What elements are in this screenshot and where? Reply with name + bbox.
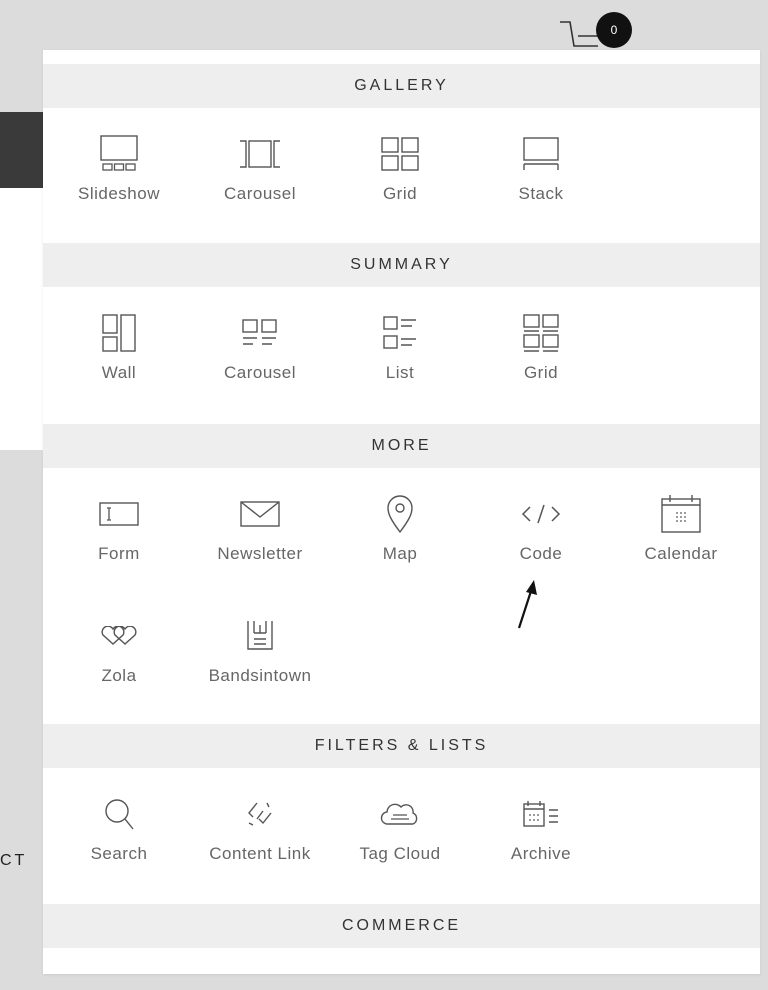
carousel-icon bbox=[238, 132, 282, 176]
block-map[interactable]: Map bbox=[330, 492, 470, 602]
stack-icon bbox=[519, 132, 563, 176]
block-zola[interactable]: Zola bbox=[49, 614, 189, 724]
zola-icon bbox=[97, 614, 141, 658]
section-header-summary: SUMMARY bbox=[43, 243, 760, 287]
annotation-arrow bbox=[513, 578, 543, 630]
block-label: Search bbox=[90, 844, 148, 863]
block-summary-grid[interactable]: Grid bbox=[471, 311, 611, 421]
calendar-icon bbox=[659, 492, 703, 536]
block-bandsintown[interactable]: Bandsintown bbox=[190, 614, 330, 724]
block-label: Calendar bbox=[644, 544, 718, 563]
block-label: Carousel bbox=[223, 363, 297, 382]
background-dark-block bbox=[0, 112, 43, 188]
search-icon bbox=[97, 792, 141, 836]
block-label: Wall bbox=[101, 363, 137, 382]
section-header-commerce: COMMERCE bbox=[43, 904, 760, 948]
block-summary-list[interactable]: List bbox=[330, 311, 470, 421]
block-label: Code bbox=[519, 544, 563, 563]
block-label: Tag Cloud bbox=[359, 844, 441, 863]
link-icon bbox=[238, 792, 282, 836]
form-icon bbox=[97, 492, 141, 536]
envelope-icon bbox=[238, 492, 282, 536]
block-search[interactable]: Search bbox=[49, 792, 189, 902]
block-label: Grid bbox=[382, 184, 418, 203]
wall-icon bbox=[97, 311, 141, 355]
block-archive[interactable]: Archive bbox=[471, 792, 611, 902]
summary-carousel-icon bbox=[238, 311, 282, 355]
section-header-gallery: GALLERY bbox=[43, 64, 760, 108]
background-truncated-text: CT bbox=[0, 852, 28, 869]
bandsintown-icon bbox=[238, 614, 282, 658]
block-label: Map bbox=[382, 544, 418, 563]
add-block-menu: GALLERY Slideshow Carousel Grid Stack SU… bbox=[43, 50, 760, 974]
cart-count-badge[interactable]: 0 bbox=[596, 12, 632, 48]
map-pin-icon bbox=[378, 492, 422, 536]
code-icon bbox=[519, 492, 563, 536]
block-label: Stack bbox=[518, 184, 564, 203]
block-label: Zola bbox=[101, 666, 137, 685]
section-header-filters-lists: FILTERS & LISTS bbox=[43, 724, 760, 768]
section-header-more: MORE bbox=[43, 424, 760, 468]
block-gallery-carousel[interactable]: Carousel bbox=[190, 132, 330, 242]
block-label: Bandsintown bbox=[208, 666, 312, 685]
block-label: Slideshow bbox=[78, 184, 160, 203]
block-summary-wall[interactable]: Wall bbox=[49, 311, 189, 421]
block-calendar[interactable]: Calendar bbox=[611, 492, 751, 602]
list-icon bbox=[378, 311, 422, 355]
block-label: List bbox=[385, 363, 415, 382]
slideshow-icon bbox=[97, 132, 141, 176]
block-stack[interactable]: Stack bbox=[471, 132, 611, 242]
block-tag-cloud[interactable]: Tag Cloud bbox=[330, 792, 470, 902]
block-form[interactable]: Form bbox=[49, 492, 189, 602]
summary-grid-icon bbox=[519, 311, 563, 355]
block-gallery-grid[interactable]: Grid bbox=[330, 132, 470, 242]
block-label: Form bbox=[98, 544, 140, 563]
archive-icon bbox=[519, 792, 563, 836]
grid-icon bbox=[378, 132, 422, 176]
block-label: Newsletter bbox=[217, 544, 303, 563]
block-summary-carousel[interactable]: Carousel bbox=[190, 311, 330, 421]
block-newsletter[interactable]: Newsletter bbox=[190, 492, 330, 602]
block-label: Carousel bbox=[223, 184, 297, 203]
block-slideshow[interactable]: Slideshow bbox=[49, 132, 189, 242]
block-label: Content Link bbox=[209, 844, 311, 863]
block-label: Grid bbox=[523, 363, 559, 382]
block-content-link[interactable]: Content Link bbox=[190, 792, 330, 902]
cloud-icon bbox=[378, 792, 422, 836]
block-label: Archive bbox=[510, 844, 572, 863]
